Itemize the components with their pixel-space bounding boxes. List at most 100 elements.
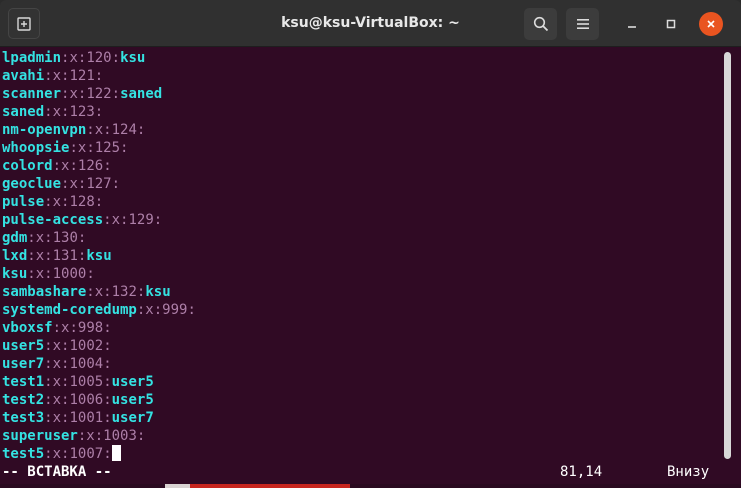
group-line: user7:x:1004: (2, 355, 196, 373)
group-name: whoopsie (2, 140, 70, 156)
field-separator: : (52, 320, 62, 336)
group-id: 1006 (69, 392, 104, 408)
group-id: 130 (52, 230, 78, 246)
group-name: ksu (2, 266, 28, 282)
file-content[interactable]: lpadmin:x:120:ksu avahi:x:121: scanner:x:1… (2, 49, 196, 463)
menu-button[interactable] (566, 8, 599, 40)
vim-status-line: -- ВСТАВКА -- 81,14 Внизу (2, 463, 722, 481)
cursor-position: 81,14 (560, 464, 603, 480)
field-separator: : (44, 392, 53, 408)
group-name: user5 (2, 338, 45, 354)
field-separator: : (103, 320, 112, 336)
group-name: pulse-access (2, 212, 104, 228)
field-separator: : (44, 356, 53, 372)
title-bar[interactable]: ksu@ksu-VirtualBox: ~ (0, 0, 741, 47)
close-button[interactable] (699, 12, 723, 36)
group-id: 1004 (69, 356, 104, 372)
group-name: superuser (2, 428, 78, 444)
field-separator: : (44, 266, 53, 282)
group-line: superuser:x:1003: (2, 427, 196, 445)
password-field: x (145, 302, 154, 318)
group-members: ksu (120, 50, 146, 66)
field-separator: : (103, 374, 112, 390)
password-field: x (52, 356, 62, 372)
search-icon (533, 16, 548, 32)
group-name: systemd-coredump (2, 302, 137, 318)
group-name: test3 (2, 410, 45, 426)
field-separator: : (44, 68, 53, 84)
field-separator: : (103, 338, 112, 354)
group-name: pulse (2, 194, 45, 210)
field-separator: : (86, 122, 95, 138)
group-line: test3:x:1001:user7 (2, 409, 196, 427)
group-id: 126 (77, 158, 104, 174)
group-members: user7 (111, 410, 154, 426)
field-separator: : (44, 338, 53, 354)
group-name: sambashare (2, 284, 87, 300)
text-cursor (111, 445, 121, 461)
group-line: avahi:x:121: (2, 67, 196, 85)
field-separator: : (136, 122, 146, 138)
group-id: 122 (86, 86, 112, 102)
field-separator: : (94, 68, 104, 84)
scroll-position: Внизу (667, 464, 710, 480)
password-field: x (69, 176, 78, 192)
minimize-button[interactable] (620, 12, 644, 36)
group-name: saned (2, 104, 45, 120)
group-line: lpadmin:x:120:ksu (2, 49, 196, 67)
group-line: sambashare:x:132:ksu (2, 283, 196, 301)
group-line: lxd:x:131:ksu (2, 247, 196, 265)
field-separator: : (69, 140, 78, 156)
password-field: x (111, 212, 121, 228)
group-id: 125 (94, 140, 121, 156)
group-name: test5 (2, 446, 45, 462)
group-id: 124 (111, 122, 137, 138)
password-field: x (52, 104, 62, 120)
field-separator: : (103, 392, 112, 408)
close-icon (707, 20, 715, 28)
maximize-button[interactable] (659, 12, 683, 36)
field-separator: : (94, 194, 104, 210)
field-separator: : (103, 212, 112, 228)
maximize-icon (666, 19, 676, 29)
field-separator: : (44, 374, 53, 390)
group-line: test1:x:1005:user5 (2, 373, 196, 391)
group-name: lxd (2, 248, 28, 264)
group-line: systemd-coredump:x:999: (2, 301, 196, 319)
field-separator: : (86, 140, 95, 156)
password-field: x (86, 428, 95, 444)
insert-mode-indicator: -- ВСТАВКА -- (2, 464, 112, 480)
scrollbar[interactable] (724, 52, 731, 459)
group-line: pulse-access:x:129: (2, 211, 196, 229)
group-name: avahi (2, 68, 45, 84)
group-line: nm-openvpn:x:124: (2, 121, 196, 139)
password-field: x (52, 392, 62, 408)
field-separator: : (86, 284, 95, 300)
group-name: gdm (2, 230, 28, 246)
password-field: x (52, 374, 62, 390)
field-separator: : (120, 140, 129, 156)
group-name: geoclue (2, 176, 62, 192)
group-name: vboxsf (2, 320, 53, 336)
group-line: gdm:x:130: (2, 229, 196, 247)
group-members: ksu (145, 284, 171, 300)
password-field: x (69, 86, 78, 102)
group-name: test1 (2, 374, 45, 390)
password-field: x (52, 410, 62, 426)
new-tab-icon (17, 16, 31, 31)
group-name: scanner (2, 86, 62, 102)
search-button[interactable] (524, 8, 557, 40)
field-separator: : (44, 194, 53, 210)
field-separator: : (77, 230, 87, 246)
group-name: nm-openvpn (2, 122, 87, 138)
new-tab-button[interactable] (8, 8, 40, 39)
desktop-background-strip (0, 484, 741, 488)
group-line: test2:x:1006:user5 (2, 391, 196, 409)
field-separator: : (44, 410, 53, 426)
group-id: 131 (52, 248, 78, 264)
group-id: 121 (69, 68, 95, 84)
group-id: 998 (77, 320, 104, 336)
hamburger-menu-icon (576, 19, 589, 29)
field-separator: : (27, 248, 36, 264)
terminal-window: ksu@ksu-VirtualBox: ~ lpadmin:x:120:ksu … (0, 0, 741, 488)
